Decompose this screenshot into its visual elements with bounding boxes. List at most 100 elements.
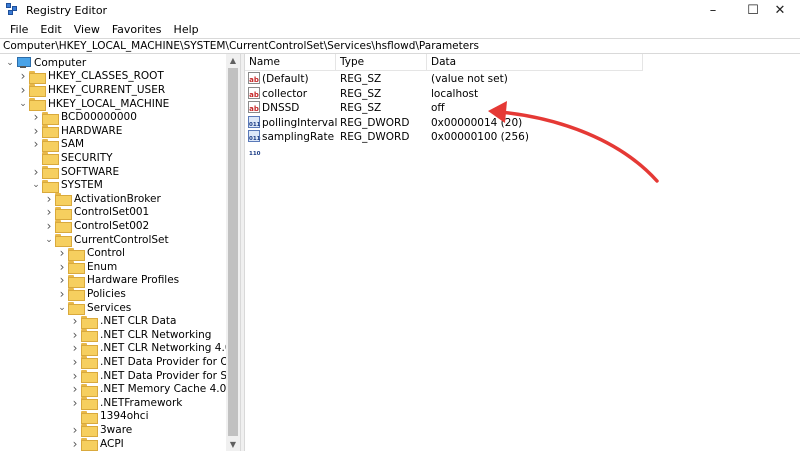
chevron-right-icon[interactable]: › (69, 396, 81, 410)
tree-item[interactable]: › HARDWARE (30, 124, 122, 139)
tree-item-label: SECURITY (61, 151, 113, 164)
tree-item[interactable]: › ControlSet002 (43, 219, 149, 234)
scroll-up-icon[interactable]: ▲ (226, 54, 240, 67)
scroll-down-icon[interactable]: ▼ (226, 438, 240, 451)
column-header-name[interactable]: Name (245, 54, 336, 71)
tree-item[interactable]: SECURITY (30, 151, 113, 166)
menu-view[interactable]: View (68, 23, 106, 36)
registry-editor-icon (6, 3, 20, 17)
table-row[interactable]: ab collector REG_SZ localhost (245, 86, 645, 102)
chevron-right-icon[interactable]: › (69, 328, 81, 342)
chevron-right-icon[interactable]: › (30, 137, 42, 151)
chevron-right-icon[interactable]: › (69, 423, 81, 437)
tree-item[interactable]: › 3ware (69, 423, 133, 438)
minimize-button[interactable]: – (693, 0, 733, 20)
tree-item-label: Services (87, 301, 132, 314)
tree-item[interactable]: › ControlSet001 (43, 205, 149, 220)
tree-item[interactable]: 1394ohci (69, 410, 149, 424)
values-list: Name Type Data ab (Default) REG_SZ (value n… (245, 54, 800, 451)
chevron-right-icon[interactable]: › (30, 165, 42, 179)
folder-icon (81, 356, 98, 370)
minimize-icon: – (709, 2, 717, 18)
chevron-right-icon[interactable]: › (69, 314, 81, 328)
chevron-right-icon[interactable]: › (43, 219, 55, 233)
table-row[interactable]: 011 110 samplingRate REG_DWORD 0x00000100 (2… (245, 130, 645, 157)
chevron-down-icon[interactable]: ⌄ (30, 180, 42, 190)
value-name: (Default) (262, 73, 309, 85)
table-row[interactable]: ab (Default) REG_SZ (value not set) (245, 72, 645, 87)
folder-icon (81, 438, 98, 451)
tree-item[interactable]: › ACPI (69, 437, 124, 451)
menu-file[interactable]: File (4, 23, 34, 36)
chevron-right-icon[interactable]: › (43, 192, 55, 206)
folder-icon (81, 370, 98, 384)
tree-item[interactable]: ⌄ Services (56, 301, 132, 316)
tree-item[interactable]: › .NET CLR Data (69, 314, 176, 329)
menu-favorites[interactable]: Favorites (106, 23, 168, 36)
tree-item[interactable]: ⌄ CurrentControlSet (43, 233, 169, 248)
tree-item[interactable]: › .NET Memory Cache 4.0 (69, 382, 226, 397)
window-title: Registry Editor (26, 3, 108, 17)
column-header-type[interactable]: Type (336, 54, 427, 71)
tree-item-label: Computer (34, 56, 87, 69)
chevron-right-icon[interactable]: › (69, 437, 81, 451)
tree-item[interactable]: › .NET Data Provider for SqlServer (69, 369, 240, 384)
chevron-right-icon[interactable]: › (56, 260, 68, 274)
tree-item[interactable]: › BCD00000000 (30, 110, 137, 125)
chevron-right-icon[interactable]: › (56, 246, 68, 260)
address-bar[interactable]: Computer\HKEY_LOCAL_MACHINE\SYSTEM\Curre… (0, 38, 800, 54)
folder-icon (81, 383, 98, 397)
tree-item[interactable]: ⌄ HKEY_LOCAL_MACHINE (17, 97, 169, 112)
tree-item[interactable]: › SOFTWARE (30, 165, 119, 180)
tree-scrollbar[interactable]: ▲ ▼ (226, 54, 240, 451)
tree-item[interactable]: › .NET CLR Networking (69, 328, 212, 343)
scrollbar-thumb[interactable] (228, 68, 238, 436)
chevron-down-icon[interactable]: ⌄ (43, 235, 55, 245)
tree-item[interactable]: › SAM (30, 137, 84, 152)
folder-icon (42, 179, 59, 193)
chevron-right-icon[interactable]: › (17, 83, 29, 97)
tree-item[interactable]: › .NET CLR Networking 4.0.0.0 (69, 341, 240, 356)
tree-item[interactable]: › Policies (56, 287, 126, 302)
computer-icon (16, 57, 31, 69)
tree-item[interactable]: › Hardware Profiles (56, 273, 179, 288)
chevron-right-icon[interactable]: › (56, 273, 68, 287)
chevron-down-icon[interactable]: ⌄ (17, 99, 29, 109)
tree-item[interactable]: › ActivationBroker (43, 192, 161, 207)
tree-item-label: .NET CLR Networking (100, 328, 212, 341)
tree-item-label: Policies (87, 287, 126, 300)
menu-edit[interactable]: Edit (34, 23, 67, 36)
tree-item[interactable]: › HKEY_CLASSES_ROOT (17, 69, 164, 84)
chevron-right-icon[interactable]: › (69, 369, 81, 383)
chevron-down-icon[interactable]: ⌄ (56, 303, 68, 313)
tree-item[interactable]: › .NET Data Provider for Oracle (69, 355, 240, 370)
tree-item[interactable]: › Enum (56, 260, 117, 275)
chevron-right-icon[interactable]: › (56, 287, 68, 301)
tree-item[interactable]: › HKEY_CURRENT_USER (17, 83, 165, 98)
value-type: REG_DWORD (340, 116, 410, 129)
chevron-right-icon[interactable]: › (43, 205, 55, 219)
tree-item[interactable]: ⌄ Computer (4, 56, 86, 70)
close-button[interactable]: ✕ (760, 0, 800, 20)
chevron-right-icon[interactable]: › (30, 124, 42, 138)
tree-item-label: BCD00000000 (61, 111, 137, 124)
value-data: off (431, 102, 445, 114)
table-row[interactable]: 011110pollingIntervalREG_DWORD 0x00000014… (245, 115, 645, 142)
tree-item[interactable]: › Control (56, 246, 125, 261)
tree-item[interactable]: › .NETFramework (69, 396, 182, 411)
folder-icon (81, 424, 98, 438)
folder-icon (42, 111, 59, 125)
chevron-right-icon[interactable]: › (69, 355, 81, 369)
chevron-right-icon[interactable]: › (69, 341, 81, 355)
column-header-data[interactable]: Data (427, 54, 643, 71)
menu-help[interactable]: Help (168, 23, 205, 36)
chevron-down-icon[interactable]: ⌄ (4, 58, 16, 68)
tree-item[interactable]: ⌄ SYSTEM (30, 178, 103, 193)
tree-item-label: .NET Data Provider for Oracle (100, 355, 240, 368)
table-row[interactable]: ab DNSSD REG_SZ off (245, 101, 645, 116)
tree-item-label: ACPI (100, 437, 124, 450)
chevron-right-icon[interactable]: › (17, 69, 29, 83)
chevron-right-icon[interactable]: › (69, 382, 81, 396)
chevron-right-icon[interactable]: › (30, 110, 42, 124)
tree-item-label: 3ware (100, 423, 133, 436)
